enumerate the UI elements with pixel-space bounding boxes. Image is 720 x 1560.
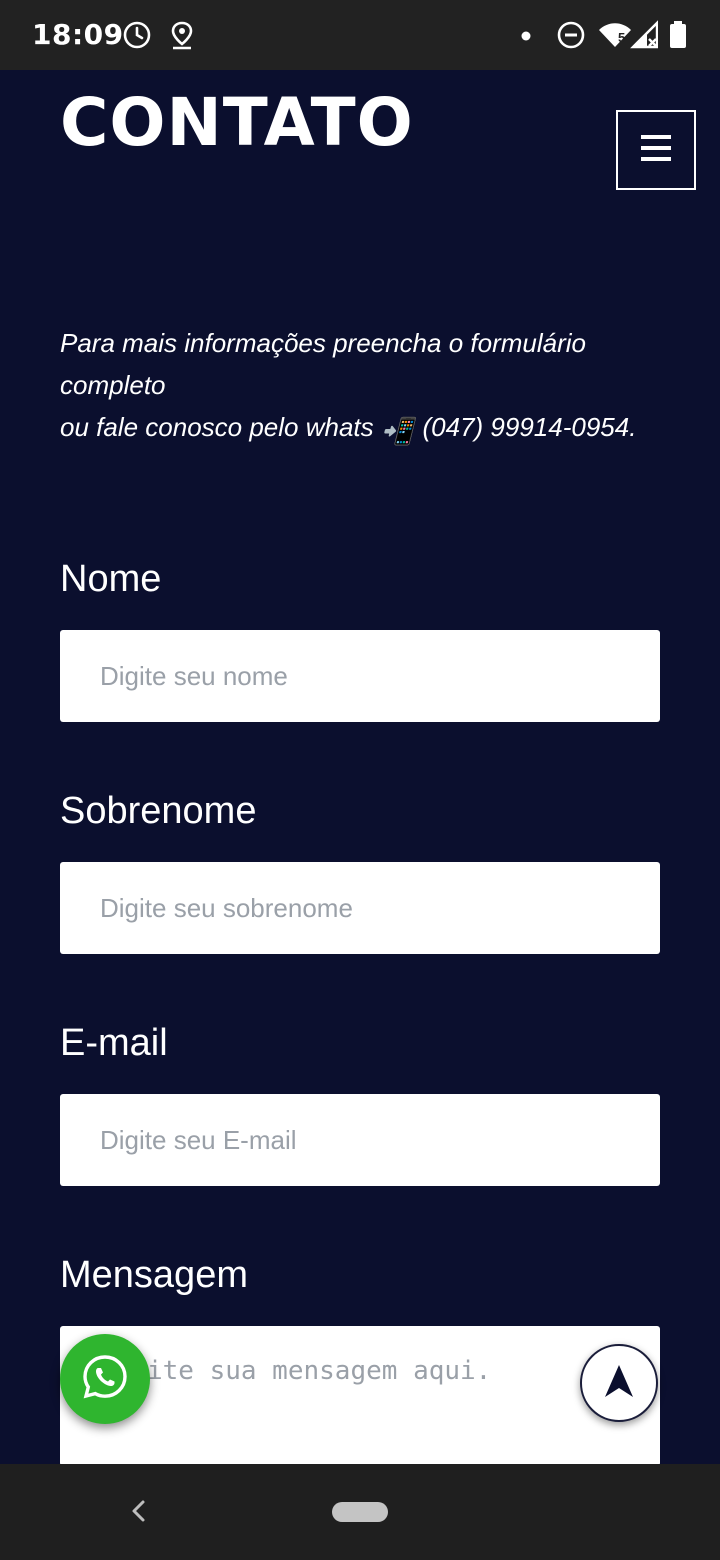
location-icon	[168, 20, 196, 55]
email-input[interactable]: Digite seu E-mail	[60, 1094, 660, 1186]
surname-label: Sobrenome	[60, 790, 257, 832]
signal-icon	[630, 20, 659, 55]
hamburger-menu-icon	[641, 134, 671, 166]
status-bar: 18:09 5	[0, 0, 720, 70]
message-label: Mensagem	[60, 1254, 248, 1296]
whatsapp-icon	[80, 1352, 130, 1407]
arrow-up-icon	[602, 1363, 636, 1404]
whatsapp-phone-number[interactable]: (047) 99914-0954.	[423, 412, 637, 442]
home-pill-button[interactable]	[332, 1502, 388, 1522]
message-textarea[interactable]: Digite sua mensagem aqui.	[60, 1326, 660, 1466]
whatsapp-button[interactable]	[60, 1334, 150, 1424]
status-time: 18:09	[32, 18, 124, 51]
do-not-disturb-icon	[556, 20, 586, 55]
intro-line-1: Para mais informações preencha o formulá…	[60, 328, 587, 400]
wifi-badge: 5	[618, 30, 626, 45]
intro-text: Para mais informações preencha o formulá…	[60, 322, 660, 452]
intro-prefix: ou fale conosco pelo whats	[60, 412, 374, 442]
page-title: CONTATO	[60, 84, 414, 161]
wifi-icon	[598, 20, 632, 55]
name-label: Nome	[60, 558, 162, 600]
phone-arrow-icon: 📲	[380, 416, 414, 446]
back-icon[interactable]	[126, 1498, 152, 1529]
scroll-top-button[interactable]	[580, 1344, 658, 1422]
clock-icon	[122, 20, 152, 55]
surname-input[interactable]: Digite seu sobrenome	[60, 862, 660, 954]
notification-dot-icon	[520, 29, 532, 47]
name-input[interactable]: Digite seu nome	[60, 630, 660, 722]
intro-line-2: ou fale conosco pelo whats 📲 (047) 99914…	[60, 406, 660, 452]
battery-icon	[668, 20, 688, 55]
menu-button[interactable]	[616, 110, 696, 190]
email-label: E-mail	[60, 1022, 168, 1064]
